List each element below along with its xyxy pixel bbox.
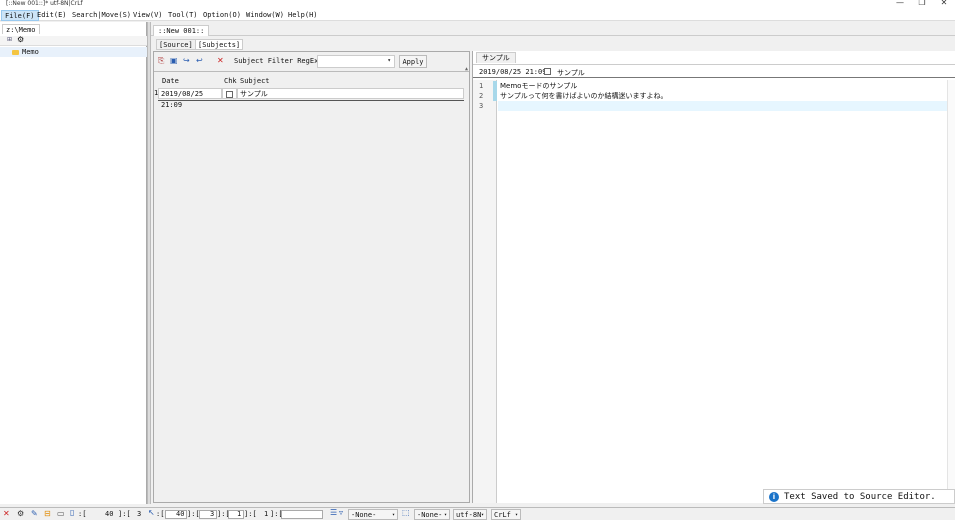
cursor-col: 3 — [210, 510, 215, 518]
menu-file[interactable]: File(F) — [1, 10, 39, 21]
folder-tab[interactable]: z:\Memo — [2, 24, 40, 34]
tree-view-icon[interactable]: ⊞ — [7, 36, 12, 43]
menu-option[interactable]: Option(O) — [200, 10, 244, 21]
toast-message: Text Saved to Source Editor. — [784, 492, 936, 502]
editor-scrollbar[interactable] — [947, 80, 955, 503]
maximize-button[interactable]: ❐ — [912, 0, 932, 10]
column-subject[interactable]: Subject — [240, 77, 270, 85]
column-chk[interactable]: Chk — [224, 77, 237, 85]
tree-item-label: Memo — [22, 48, 39, 56]
memo-editor-pane: サンプル 2019/08/25 21:09 サンプル 1 2 3 Memoモード… — [472, 51, 955, 503]
syntax-icon[interactable]: ⬚ — [402, 508, 410, 517]
text-line: サンプルって何を書けばよいのか結構迷いますよね。 — [500, 92, 668, 100]
pen-icon[interactable]: ✎ — [31, 509, 38, 518]
scroll-up-icon[interactable]: ▲ — [465, 66, 468, 72]
encoding-dropdown[interactable]: utf-8N ▾ — [453, 509, 487, 520]
subject-cell: サンプル — [237, 88, 464, 99]
line-ending-dropdown[interactable]: CrLf ▾ — [491, 509, 521, 520]
row-checkbox[interactable] — [226, 90, 233, 98]
folder-toolbar: ⊞ ⚙ — [0, 35, 147, 46]
tab-source[interactable]: [Source] — [156, 39, 196, 50]
text-line: Memoモードのサンプル — [500, 82, 578, 90]
delete-icon[interactable]: ✕ — [217, 56, 224, 65]
dropdown-arrow-icon[interactable]: ▾ — [387, 57, 391, 64]
row-divider — [158, 100, 464, 101]
tree-item-memo[interactable]: Memo — [0, 47, 147, 57]
menu-window[interactable]: Window(W) — [243, 10, 287, 21]
memo-tab[interactable]: サンプル — [476, 52, 516, 63]
view-tab-bar: [Source] [Subjects] — [151, 37, 955, 51]
mode-dropdown[interactable]: -None- ▾ — [348, 509, 398, 520]
folder-icon — [12, 50, 19, 55]
memo-subject[interactable]: サンプル — [557, 68, 585, 78]
memo-checkbox[interactable] — [544, 68, 551, 75]
line-count: 40 — [105, 510, 114, 518]
redo-icon[interactable]: ↪ — [183, 56, 190, 65]
document-icon[interactable]: ▯ — [70, 508, 74, 517]
close-icon[interactable]: ✕ — [3, 509, 10, 518]
memo-date: 2019/08/25 21:09 — [479, 68, 547, 76]
filter-icon[interactable]: ▿ — [339, 508, 343, 517]
warning-icon[interactable]: ⊟ — [44, 509, 51, 518]
panel-icon[interactable]: ▭ — [57, 509, 65, 518]
apply-button[interactable]: Apply — [399, 55, 427, 68]
subjects-grid-header: Date Chk Subject — [154, 76, 469, 86]
list-icon[interactable]: ☰ — [330, 508, 337, 517]
title-bar: [::New 001::]* utf-8N|CrLf — ❐ ✕ — [0, 0, 955, 10]
folder-panel: z:\Memo ⊞ ⚙ Memo — [0, 22, 147, 504]
window-title: [::New 001::]* utf-8N|CrLf — [6, 0, 83, 7]
subject-filter-input[interactable]: ▾ — [317, 55, 395, 68]
menu-bar: File(F) Edit(E) Search|Move(S) View(V) T… — [0, 10, 955, 21]
current-line-highlight — [498, 101, 948, 111]
memo-text-area[interactable]: Memoモードのサンプル サンプルって何を書けばよいのか結構迷いますよね。 — [498, 80, 948, 503]
menu-tool[interactable]: Tool(T) — [165, 10, 201, 21]
notification-toast: i Text Saved to Source Editor. — [763, 489, 955, 504]
new-memo-icon[interactable]: ⎘ — [158, 56, 164, 66]
date-cell: 2019/08/25 21:09 — [158, 88, 222, 109]
line-number-gutter: 1 2 3 — [473, 80, 497, 503]
minimize-button[interactable]: — — [890, 0, 910, 10]
info-icon: i — [769, 492, 779, 502]
status-bar: ✕ ⚙ ✎ ⊟ ▭ ▯ :[ 40 ]:[ 3 ↖ :[ 40 ]:[ 3 ]:… — [0, 507, 955, 520]
cursor-line: 40 — [176, 510, 185, 518]
column-date[interactable]: Date — [162, 77, 179, 85]
menu-view[interactable]: View(V) — [130, 10, 166, 21]
menu-edit[interactable]: Edit(E) — [34, 10, 70, 21]
undo-icon[interactable]: ↩ — [196, 56, 203, 65]
menu-help[interactable]: Help(H) — [285, 10, 321, 21]
column-count: 3 — [137, 510, 142, 518]
filter-label: Subject Filter RegEx: — [234, 57, 323, 65]
document-tab-bar: ::New 001:: — [151, 22, 955, 36]
chk-cell — [222, 88, 237, 99]
selection-end: 1 — [264, 510, 269, 518]
tab-subjects[interactable]: [Subjects] — [195, 39, 244, 50]
save-icon[interactable]: ▣ — [170, 56, 178, 65]
panel-splitter[interactable] — [147, 22, 151, 504]
syntax-dropdown[interactable]: -None- ▾ — [414, 509, 450, 520]
tab-new-001[interactable]: ::New 001:: — [153, 25, 210, 36]
subjects-toolbar: ⎘ ▣ ↪ ↩ ✕ Subject Filter RegEx: ▾ Apply … — [154, 52, 469, 72]
subjects-pane: ⎘ ▣ ↪ ↩ ✕ Subject Filter RegEx: ▾ Apply … — [153, 51, 470, 503]
memo-header: 2019/08/25 21:09 サンプル — [473, 64, 955, 78]
gear-icon[interactable]: ⚙ — [17, 509, 24, 518]
gear-icon[interactable]: ⚙ — [17, 35, 24, 44]
table-row[interactable]: 1 2019/08/25 21:09 サンプル — [154, 88, 464, 109]
selection-start: 1 — [237, 510, 242, 518]
close-window-button[interactable]: ✕ — [934, 0, 954, 10]
cursor-icon[interactable]: ↖ — [148, 508, 155, 517]
menu-search-move[interactable]: Search|Move(S) — [69, 10, 134, 21]
